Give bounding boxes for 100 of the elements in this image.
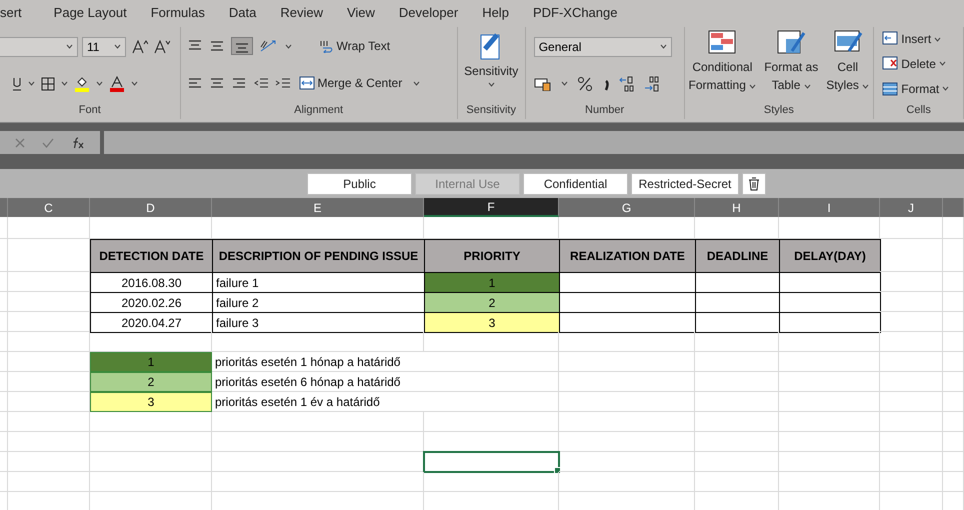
empty-cell[interactable] xyxy=(8,452,90,472)
classification-button[interactable]: Restricted-Secret xyxy=(631,172,739,194)
empty-cell[interactable] xyxy=(779,472,880,492)
ribbon-tab[interactable]: PDF-XChange xyxy=(532,4,642,20)
empty-cell[interactable] xyxy=(8,412,90,432)
empty-cell[interactable] xyxy=(695,472,779,492)
empty-cell[interactable] xyxy=(0,272,8,292)
empty-cell[interactable] xyxy=(559,412,695,432)
empty-cell[interactable] xyxy=(0,239,8,272)
font-size-field[interactable]: 11 xyxy=(82,36,126,56)
empty-cell[interactable] xyxy=(0,332,8,352)
ribbon-tab[interactable]: Page Layout xyxy=(54,4,151,20)
empty-cell[interactable] xyxy=(559,432,695,452)
selected-cell[interactable] xyxy=(424,452,559,472)
align-left-icon[interactable] xyxy=(186,76,202,90)
empty-cell[interactable] xyxy=(559,332,695,352)
empty-cell[interactable] xyxy=(212,432,424,452)
empty-cell[interactable] xyxy=(943,452,964,472)
column-header[interactable]: F xyxy=(424,198,559,217)
empty-cell[interactable] xyxy=(8,272,90,292)
empty-cell[interactable] xyxy=(779,452,880,472)
percent-icon[interactable] xyxy=(576,76,593,92)
styles-button[interactable]: Conditional Formatting xyxy=(684,27,760,101)
empty-cell[interactable] xyxy=(8,332,90,352)
styles-button[interactable]: Format as Table xyxy=(760,27,822,101)
empty-cell[interactable] xyxy=(8,292,90,312)
empty-cell[interactable] xyxy=(90,452,212,472)
increase-indent-icon[interactable] xyxy=(274,76,290,90)
column-header[interactable]: G xyxy=(559,198,695,217)
empty-cell[interactable] xyxy=(695,412,779,432)
empty-cell[interactable] xyxy=(943,312,964,332)
empty-cell[interactable] xyxy=(943,239,964,272)
orientation-icon[interactable] xyxy=(258,39,278,53)
empty-cell[interactable] xyxy=(559,352,695,372)
empty-cell[interactable] xyxy=(695,392,779,412)
empty-cell[interactable] xyxy=(779,352,880,372)
column-header[interactable] xyxy=(943,198,964,217)
empty-cell[interactable] xyxy=(212,412,424,432)
ribbon-tab[interactable]: sert xyxy=(0,4,54,20)
decrease-indent-icon[interactable] xyxy=(252,76,268,90)
wrap-text-button[interactable]: Wrap Text xyxy=(318,38,392,54)
increase-font-size-icon[interactable] xyxy=(132,40,148,54)
empty-cell[interactable] xyxy=(0,312,8,332)
empty-cell[interactable] xyxy=(90,432,212,452)
cells-button[interactable]: Delete xyxy=(880,54,952,73)
empty-cell[interactable] xyxy=(424,352,559,372)
ribbon-tab[interactable]: Developer xyxy=(398,4,482,20)
empty-cell[interactable] xyxy=(695,452,779,472)
empty-cell[interactable] xyxy=(0,472,8,492)
borders-icon[interactable] xyxy=(41,76,55,90)
empty-cell[interactable] xyxy=(0,292,8,312)
column-header[interactable] xyxy=(0,198,8,217)
empty-cell[interactable] xyxy=(0,372,8,392)
fill-handle[interactable] xyxy=(554,467,561,474)
empty-cell[interactable] xyxy=(0,412,8,432)
underline-icon[interactable] xyxy=(12,76,22,90)
font-name-field[interactable] xyxy=(0,36,78,56)
empty-cell[interactable] xyxy=(943,332,964,352)
align-center-icon[interactable] xyxy=(208,76,224,90)
empty-cell[interactable] xyxy=(90,412,212,432)
font-color-icon[interactable] xyxy=(109,76,125,92)
empty-cell[interactable] xyxy=(880,292,943,312)
empty-cell[interactable] xyxy=(880,217,943,239)
column-header[interactable]: H xyxy=(695,198,779,217)
empty-cell[interactable] xyxy=(8,472,90,492)
check-icon[interactable] xyxy=(42,138,54,148)
empty-cell[interactable] xyxy=(880,452,943,472)
fill-color-icon[interactable] xyxy=(74,76,90,92)
classification-button[interactable]: Public xyxy=(307,172,412,194)
empty-cell[interactable] xyxy=(695,332,779,352)
empty-cell[interactable] xyxy=(880,392,943,412)
empty-cell[interactable] xyxy=(0,432,8,452)
empty-cell[interactable] xyxy=(559,472,695,492)
empty-cell[interactable] xyxy=(779,412,880,432)
empty-cell[interactable] xyxy=(880,332,943,352)
empty-cell[interactable] xyxy=(779,432,880,452)
ribbon-tab[interactable]: Review xyxy=(280,4,347,20)
cells-button[interactable]: Insert xyxy=(880,30,952,48)
empty-cell[interactable] xyxy=(559,392,695,412)
cells-button[interactable]: Format xyxy=(880,80,952,98)
delete-button[interactable] xyxy=(742,172,766,194)
empty-cell[interactable] xyxy=(559,372,695,392)
empty-cell[interactable] xyxy=(90,472,212,492)
column-header[interactable]: J xyxy=(880,198,943,217)
ribbon-tab[interactable]: Help xyxy=(482,4,533,20)
decrease-decimal-icon[interactable] xyxy=(644,76,660,92)
align-middle-icon[interactable] xyxy=(208,39,224,53)
classification-button[interactable]: Confidential xyxy=(523,172,628,194)
empty-cell[interactable] xyxy=(695,372,779,392)
empty-cell[interactable] xyxy=(943,412,964,432)
empty-cell[interactable] xyxy=(424,332,559,352)
empty-cell[interactable] xyxy=(943,432,964,452)
empty-cell[interactable] xyxy=(943,272,964,292)
empty-cell[interactable] xyxy=(880,372,943,392)
align-bottom-button[interactable] xyxy=(230,37,252,55)
empty-cell[interactable] xyxy=(779,372,880,392)
empty-cell[interactable] xyxy=(424,392,559,412)
empty-cell[interactable] xyxy=(943,292,964,312)
column-header[interactable]: C xyxy=(8,198,90,217)
empty-cell[interactable] xyxy=(880,312,943,332)
